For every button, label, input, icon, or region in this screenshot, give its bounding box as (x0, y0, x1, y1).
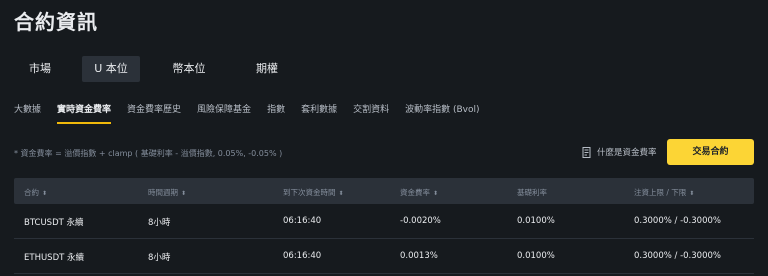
info-tabs: 大數據 實時資金費率 資金費率歷史 風險保障基金 指數 套利數據 交割資料 波動… (14, 103, 496, 125)
segment-market[interactable]: 市場 (14, 56, 66, 82)
funding-rate-formula: * 資金費率 = 溢價指數 + clamp ( 基礎利率 - 溢價指數, 0.0… (14, 149, 283, 158)
tab-delivery-data[interactable]: 交割資料 (353, 103, 389, 125)
sort-icon: ⬍ (689, 190, 695, 197)
column-header-cap-floor[interactable]: 注資上限 / 下限 ⬍ (634, 187, 694, 198)
contract-cell: ETHUSDT 永續 (24, 253, 85, 263)
page-title: 合約資訊 (14, 10, 98, 34)
table-row[interactable]: BTCUSDT 永續 8小時 06:16:40 -0.0020% 0.0100%… (14, 204, 754, 239)
contract-cell: BTCUSDT 永續 (24, 218, 84, 228)
column-header-interval[interactable]: 時間週期 ⬍ (148, 187, 186, 198)
tab-insurance-fund[interactable]: 風險保障基金 (197, 103, 251, 125)
next-funding-cell: 06:16:40 (283, 251, 322, 261)
sort-icon: ⬍ (42, 190, 48, 197)
table-header: 合約 ⬍ 時間週期 ⬍ 到下次資金時間 ⬍ 資金費率 ⬍ 基礎利率 注資上限 / 下限 ⬍ (14, 178, 754, 204)
base-rate-cell: 0.0100% (517, 251, 555, 261)
column-header-base-rate: 基礎利率 (517, 188, 547, 197)
base-rate-cell: 0.0100% (517, 216, 555, 226)
interval-cell: 8小時 (148, 218, 171, 228)
tab-arbitrage-data[interactable]: 套利數據 (301, 103, 337, 125)
document-icon (582, 146, 591, 158)
cap-floor-cell: 0.3000% / -0.3000% (634, 251, 721, 261)
segment-coinm[interactable]: 幣本位 (154, 56, 224, 82)
tab-volatility-index[interactable]: 波動率指數 (Bvol) (405, 103, 479, 125)
column-header-contract[interactable]: 合約 ⬍ (24, 187, 47, 198)
sort-icon: ⬍ (338, 190, 344, 197)
trade-contract-button[interactable]: 交易合約 (667, 139, 754, 165)
sort-icon: ⬍ (433, 190, 439, 197)
segment-usdm[interactable]: U 本位 (82, 56, 140, 82)
tab-big-data[interactable]: 大數據 (14, 103, 41, 125)
next-funding-cell: 06:16:40 (283, 216, 322, 226)
what-is-funding-rate-link[interactable]: 什麼是資金費率 (582, 146, 657, 158)
funding-rate-table: 合約 ⬍ 時間週期 ⬍ 到下次資金時間 ⬍ 資金費率 ⬍ 基礎利率 注資上限 / 下限 ⬍… (14, 178, 754, 274)
column-header-funding-rate[interactable]: 資金費率 ⬍ (400, 187, 438, 198)
tab-funding-rate-history[interactable]: 資金費率歷史 (127, 103, 181, 125)
table-row[interactable]: ETHUSDT 永續 8小時 06:16:40 0.0013% 0.0100% … (14, 239, 754, 274)
funding-rate-cell: 0.0013% (400, 251, 438, 261)
column-header-next-funding[interactable]: 到下次資金時間 ⬍ (283, 187, 344, 198)
tab-index[interactable]: 指數 (267, 103, 285, 125)
sort-icon: ⬍ (181, 190, 187, 197)
what-is-funding-rate-label: 什麼是資金費率 (597, 148, 657, 158)
tab-realtime-funding-rate[interactable]: 實時資金費率 (57, 103, 112, 125)
segment-options[interactable]: 期權 (238, 56, 296, 82)
cap-floor-cell: 0.3000% / -0.3000% (634, 216, 721, 226)
funding-rate-cell: -0.0020% (400, 216, 441, 226)
interval-cell: 8小時 (148, 253, 171, 263)
market-type-selector: 市場 U 本位 幣本位 期權 (14, 56, 296, 82)
